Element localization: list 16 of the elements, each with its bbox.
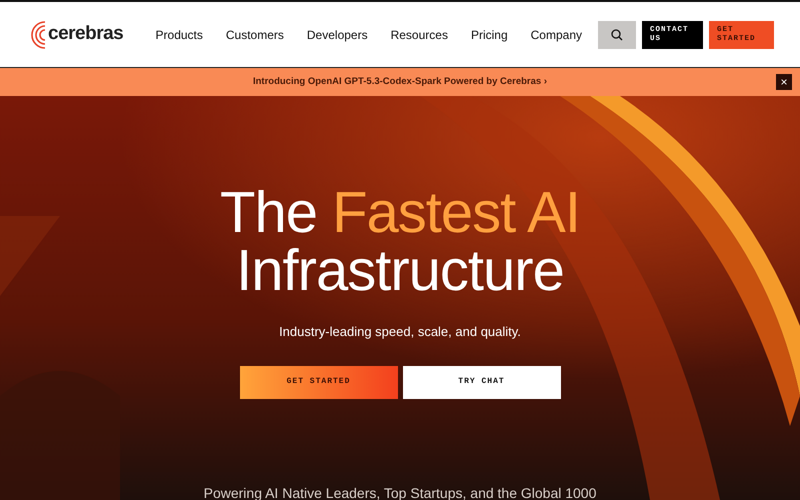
try-chat-button[interactable]: TRY CHAT [402,366,560,398]
close-button[interactable]: × [776,74,792,90]
logo-text[interactable]: cerebras [48,20,124,49]
search-button[interactable] [598,20,636,48]
hero-headline: The Fastest AI Infrastructure [219,184,581,300]
get-started-button[interactable]: GET STARTED [240,366,398,398]
announcement-link[interactable]: Introducing OpenAI GPT-5.3-Codex-Spark Powered by Cerebras › [252,74,548,90]
nav-link[interactable]: Products [156,26,203,44]
search-icon [611,28,623,40]
hero-subtitle: Industry-leading speed, scale, and quality. [278,323,522,341]
nav-link[interactable]: Pricing [470,26,508,44]
nav-link[interactable]: Company [530,26,582,44]
nav-link[interactable]: Resources [390,26,448,44]
nav-link[interactable]: Developers [306,26,368,44]
logo-icon [30,20,46,50]
nav-link[interactable]: Customers [226,26,284,44]
